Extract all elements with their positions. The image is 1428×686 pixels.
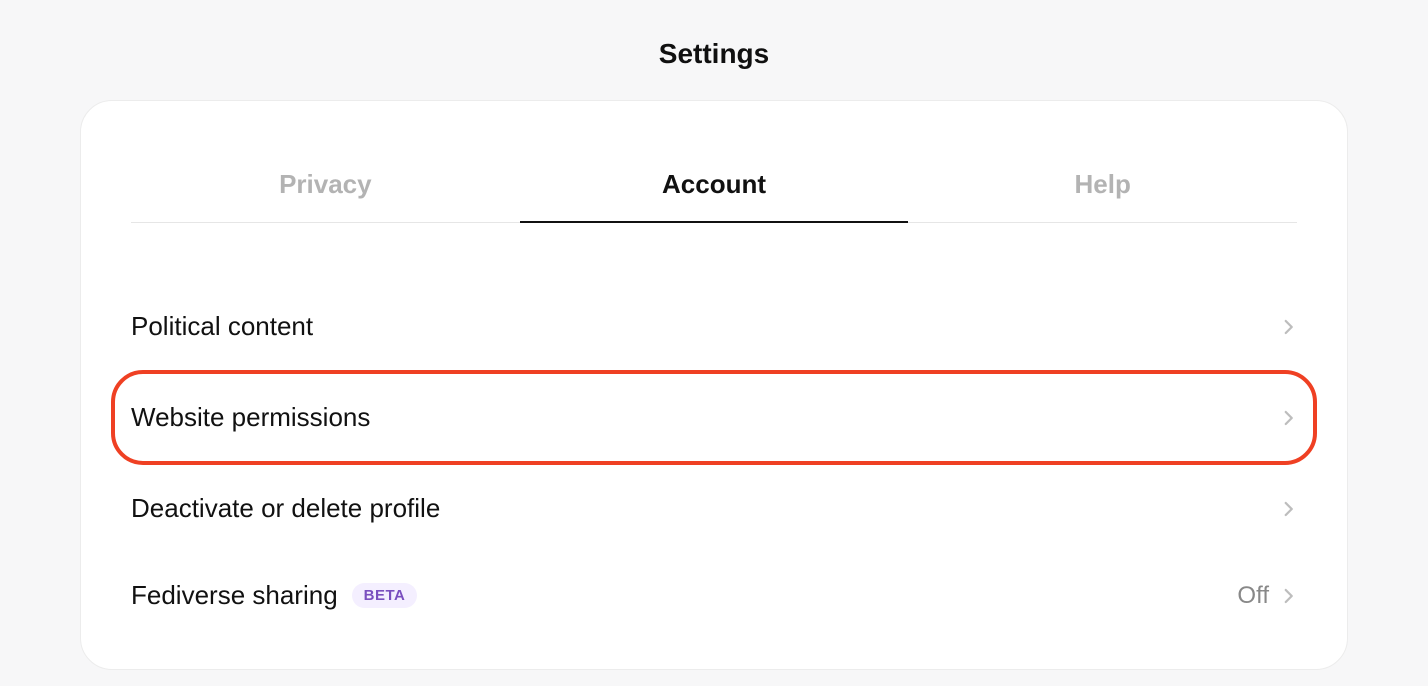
- chevron-right-icon: [1279, 318, 1297, 336]
- row-website-permissions[interactable]: Website permissions: [111, 370, 1317, 465]
- tab-account[interactable]: Account: [520, 151, 909, 222]
- row-label-text: Deactivate or delete profile: [131, 493, 440, 524]
- settings-list: Political content Website permissions De…: [131, 223, 1297, 639]
- row-value: Off: [1237, 582, 1269, 610]
- chevron-right-icon: [1279, 409, 1297, 427]
- tabs-bar: Privacy Account Help: [131, 151, 1297, 223]
- row-fediverse-sharing[interactable]: Fediverse sharing BETA Off: [131, 552, 1297, 639]
- settings-card: Privacy Account Help Political content W…: [80, 100, 1348, 670]
- row-label-text: Fediverse sharing: [131, 580, 338, 611]
- row-label-text: Website permissions: [131, 402, 370, 433]
- row-deactivate-delete[interactable]: Deactivate or delete profile: [131, 465, 1297, 552]
- row-political-content[interactable]: Political content: [131, 283, 1297, 370]
- beta-badge: BETA: [352, 583, 418, 608]
- tab-help[interactable]: Help: [908, 151, 1297, 222]
- tab-privacy[interactable]: Privacy: [131, 151, 520, 222]
- page-title: Settings: [0, 0, 1428, 100]
- chevron-right-icon: [1279, 587, 1297, 605]
- row-label-text: Political content: [131, 311, 313, 342]
- chevron-right-icon: [1279, 500, 1297, 518]
